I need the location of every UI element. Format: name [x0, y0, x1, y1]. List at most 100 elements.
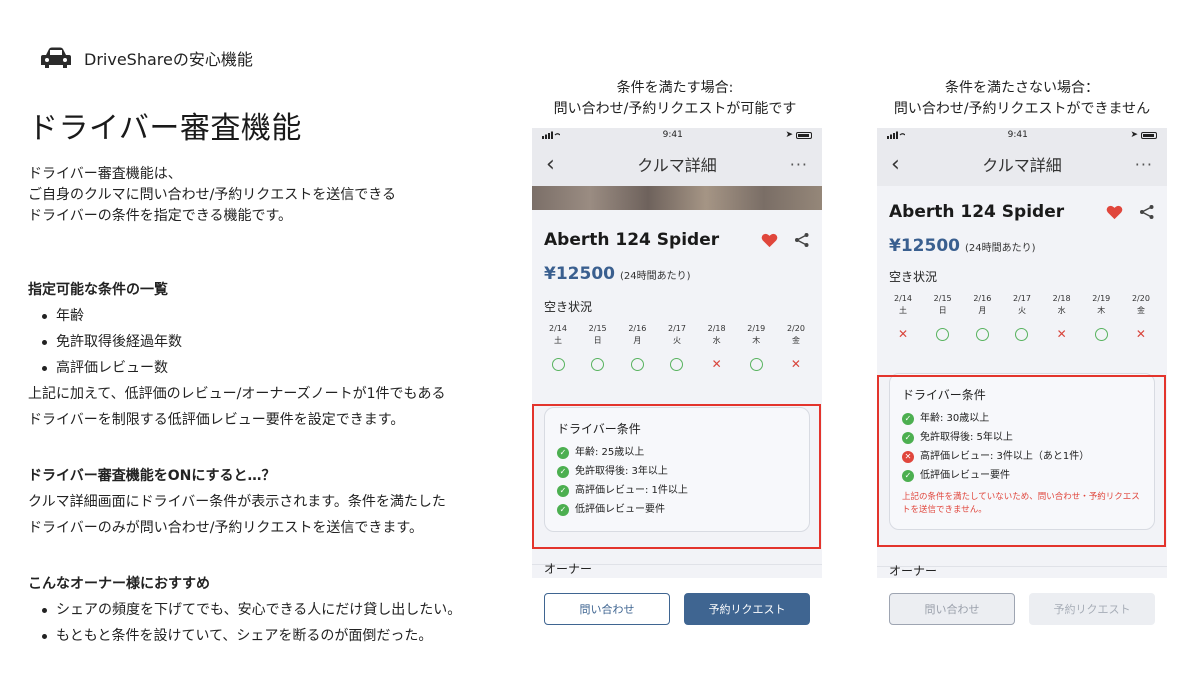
- section-heading-conditions: 指定可能な条件の一覧: [28, 282, 168, 298]
- intro-line: ご自身のクルマに問い合わせ/予約リクエストを送信できる: [28, 187, 397, 203]
- list-item: もともと条件を設けていて、シェアを断るのが面倒だった。: [42, 623, 518, 649]
- unavailable-cross-icon: ✕: [711, 357, 722, 371]
- available-circle-icon: [936, 327, 950, 341]
- day-date: 2/17: [667, 324, 686, 333]
- day-of-week: 水: [712, 336, 721, 345]
- unavailable-cross-icon: ✕: [1056, 327, 1067, 341]
- driver-conditions-card: ドライバー条件 ✓ 年齢: 30歳以上 ✓ 免許取得後: 5年以上 ✕ 高評価レビュー: …: [889, 373, 1155, 530]
- day-date: 2/17: [1012, 294, 1031, 303]
- reservation-request-button[interactable]: 予約リクエスト: [684, 593, 810, 625]
- page-title: ドライバー審査機能: [28, 111, 302, 146]
- availability-label: 空き状況: [544, 300, 593, 314]
- calendar-day: 2/15 日: [929, 293, 957, 341]
- price: ¥12500: [889, 236, 960, 256]
- nav-title: クルマ詳細: [982, 156, 1062, 175]
- price-note: (24時間あたり): [964, 243, 1036, 254]
- list-item: 免許取得後経過年数: [42, 329, 518, 355]
- body-line: ドライバーのみが問い合わせ/予約リクエストを送信できます。: [28, 520, 424, 536]
- conditions-title: ドライバー条件: [902, 388, 986, 402]
- condition-item: ✓ 低評価レビュー要件: [902, 466, 1142, 485]
- list-item: シェアの頻度を下げてでも、安心できる人にだけ貸し出したい。: [42, 597, 518, 623]
- back-icon[interactable]: ‹: [891, 152, 911, 177]
- condition-text: 免許取得後: 5年以上: [920, 432, 1013, 443]
- body-line: クルマ詳細画面にドライバー条件が表示されます。条件を満たした: [28, 494, 446, 510]
- check-icon: ✓: [557, 484, 569, 497]
- signal-icon: [887, 131, 905, 139]
- phone-ineligible: 9:41 ➤ ‹ クルマ詳細 ··· Aberth 124 Spider ¥12…: [877, 128, 1167, 640]
- car-photo: [532, 186, 822, 210]
- error-icon: ✕: [902, 450, 914, 463]
- car-name: Aberth 124 Spider: [544, 230, 720, 250]
- calendar-day: 2/17 火: [663, 323, 691, 371]
- availability-calendar: 2/14 土 2/15 日 2/16 月 2/17 火 2/18 水 ✕ 2/19 木 2/20 金 ✕: [532, 323, 822, 371]
- list-item: 高評価レビュー数: [42, 355, 518, 381]
- heart-icon[interactable]: [761, 233, 778, 248]
- condition-item: ✓ 免許取得後: 5年以上: [902, 428, 1142, 447]
- signal-icon: [542, 131, 560, 139]
- conditions-list: 年齢 免許取得後経過年数 高評価レビュー数: [28, 303, 518, 381]
- reservation-request-button-disabled[interactable]: 予約リクエスト: [1029, 593, 1155, 625]
- caption-eligible: 条件を満たす場合: 問い合わせ/予約リクエストが可能です: [530, 78, 820, 120]
- condition-text: 低評価レビュー要件: [575, 504, 665, 515]
- share-icon[interactable]: [1139, 204, 1155, 220]
- day-date: 2/16: [973, 294, 992, 303]
- calendar-day: 2/20 金 ✕: [782, 323, 810, 371]
- day-date: 2/20: [1131, 294, 1150, 303]
- brand-header: DriveShareの安心機能: [40, 46, 253, 70]
- calendar-day: 2/16 月: [968, 293, 996, 341]
- phone-eligible: 9:41 ➤ ‹ クルマ詳細 ··· Aberth 124 Spider ¥12…: [532, 128, 822, 640]
- inquiry-button[interactable]: 問い合わせ: [544, 593, 670, 625]
- calendar-day: 2/17 火: [1008, 293, 1036, 341]
- clock: 9:41: [1007, 130, 1028, 140]
- back-icon[interactable]: ‹: [546, 152, 566, 177]
- calendar-day: 2/18 水 ✕: [703, 323, 731, 371]
- heart-icon[interactable]: [1106, 205, 1123, 220]
- available-circle-icon: [1094, 327, 1108, 341]
- caption-line: 問い合わせ/予約リクエストができません: [893, 101, 1151, 117]
- more-icon[interactable]: ···: [1133, 155, 1153, 174]
- intro-line: ドライバー審査機能は、: [28, 166, 182, 182]
- unavailable-cross-icon: ✕: [790, 357, 801, 371]
- more-icon[interactable]: ···: [788, 155, 808, 174]
- car-name: Aberth 124 Spider: [889, 202, 1065, 222]
- available-circle-icon: [1015, 327, 1029, 341]
- recommend-list: シェアの頻度を下げてでも、安心できる人にだけ貸し出したい。 もともと条件を設けて…: [28, 597, 518, 649]
- share-icon[interactable]: [794, 232, 810, 248]
- available-circle-icon: [670, 357, 684, 371]
- inquiry-button-disabled[interactable]: 問い合わせ: [889, 593, 1015, 625]
- nav-bar: ‹ クルマ詳細 ···: [877, 142, 1167, 186]
- brand-name: DriveShareの安心機能: [84, 50, 253, 69]
- availability-label: 空き状況: [889, 270, 938, 284]
- day-of-week: 日: [938, 306, 947, 315]
- available-circle-icon: [551, 357, 565, 371]
- calendar-day: 2/14 土 ✕: [889, 293, 917, 341]
- condition-warning: 上記の条件を満たしていないため、問い合わせ・予約リクエストを送信できません。: [902, 492, 1140, 515]
- day-date: 2/19: [747, 324, 766, 333]
- nav-bar: ‹ クルマ詳細 ···: [532, 142, 822, 186]
- calendar-day: 2/19 木: [742, 323, 770, 371]
- availability-calendar: 2/14 土 ✕ 2/15 日 2/16 月 2/17 火 2/18 水 ✕ 2/19 木 2/20 金 ✕: [877, 293, 1167, 341]
- condition-item: ✓ 免許取得後: 3年以上: [557, 462, 797, 481]
- day-of-week: 月: [633, 336, 642, 345]
- day-date: 2/14: [894, 294, 912, 303]
- day-date: 2/16: [628, 324, 647, 333]
- caption-line: 条件を満たす場合:: [616, 80, 734, 96]
- day-of-week: 火: [1017, 306, 1026, 315]
- day-of-week: 日: [593, 336, 602, 345]
- calendar-day: 2/18 水 ✕: [1048, 293, 1076, 341]
- check-icon: ✓: [902, 469, 914, 482]
- check-icon: ✓: [557, 503, 569, 516]
- condition-text: 高評価レビュー: 3件以上（あと1件）: [920, 451, 1090, 462]
- caption-ineligible: 条件を満たさない場合： 問い合わせ/予約リクエストができません: [872, 78, 1172, 120]
- caption-line: 問い合わせ/予約リクエストが可能です: [553, 101, 797, 117]
- day-of-week: 土: [899, 306, 907, 315]
- day-date: 2/18: [1052, 294, 1071, 303]
- battery-icon: [795, 131, 812, 139]
- calendar-day: 2/15 日: [584, 323, 612, 371]
- day-date: 2/19: [1092, 294, 1111, 303]
- condition-item: ✓ 年齢: 30歳以上: [902, 409, 1142, 428]
- day-of-week: 月: [978, 306, 987, 315]
- day-of-week: 火: [672, 336, 681, 345]
- check-icon: ✓: [557, 446, 569, 459]
- day-date: 2/15: [933, 294, 952, 303]
